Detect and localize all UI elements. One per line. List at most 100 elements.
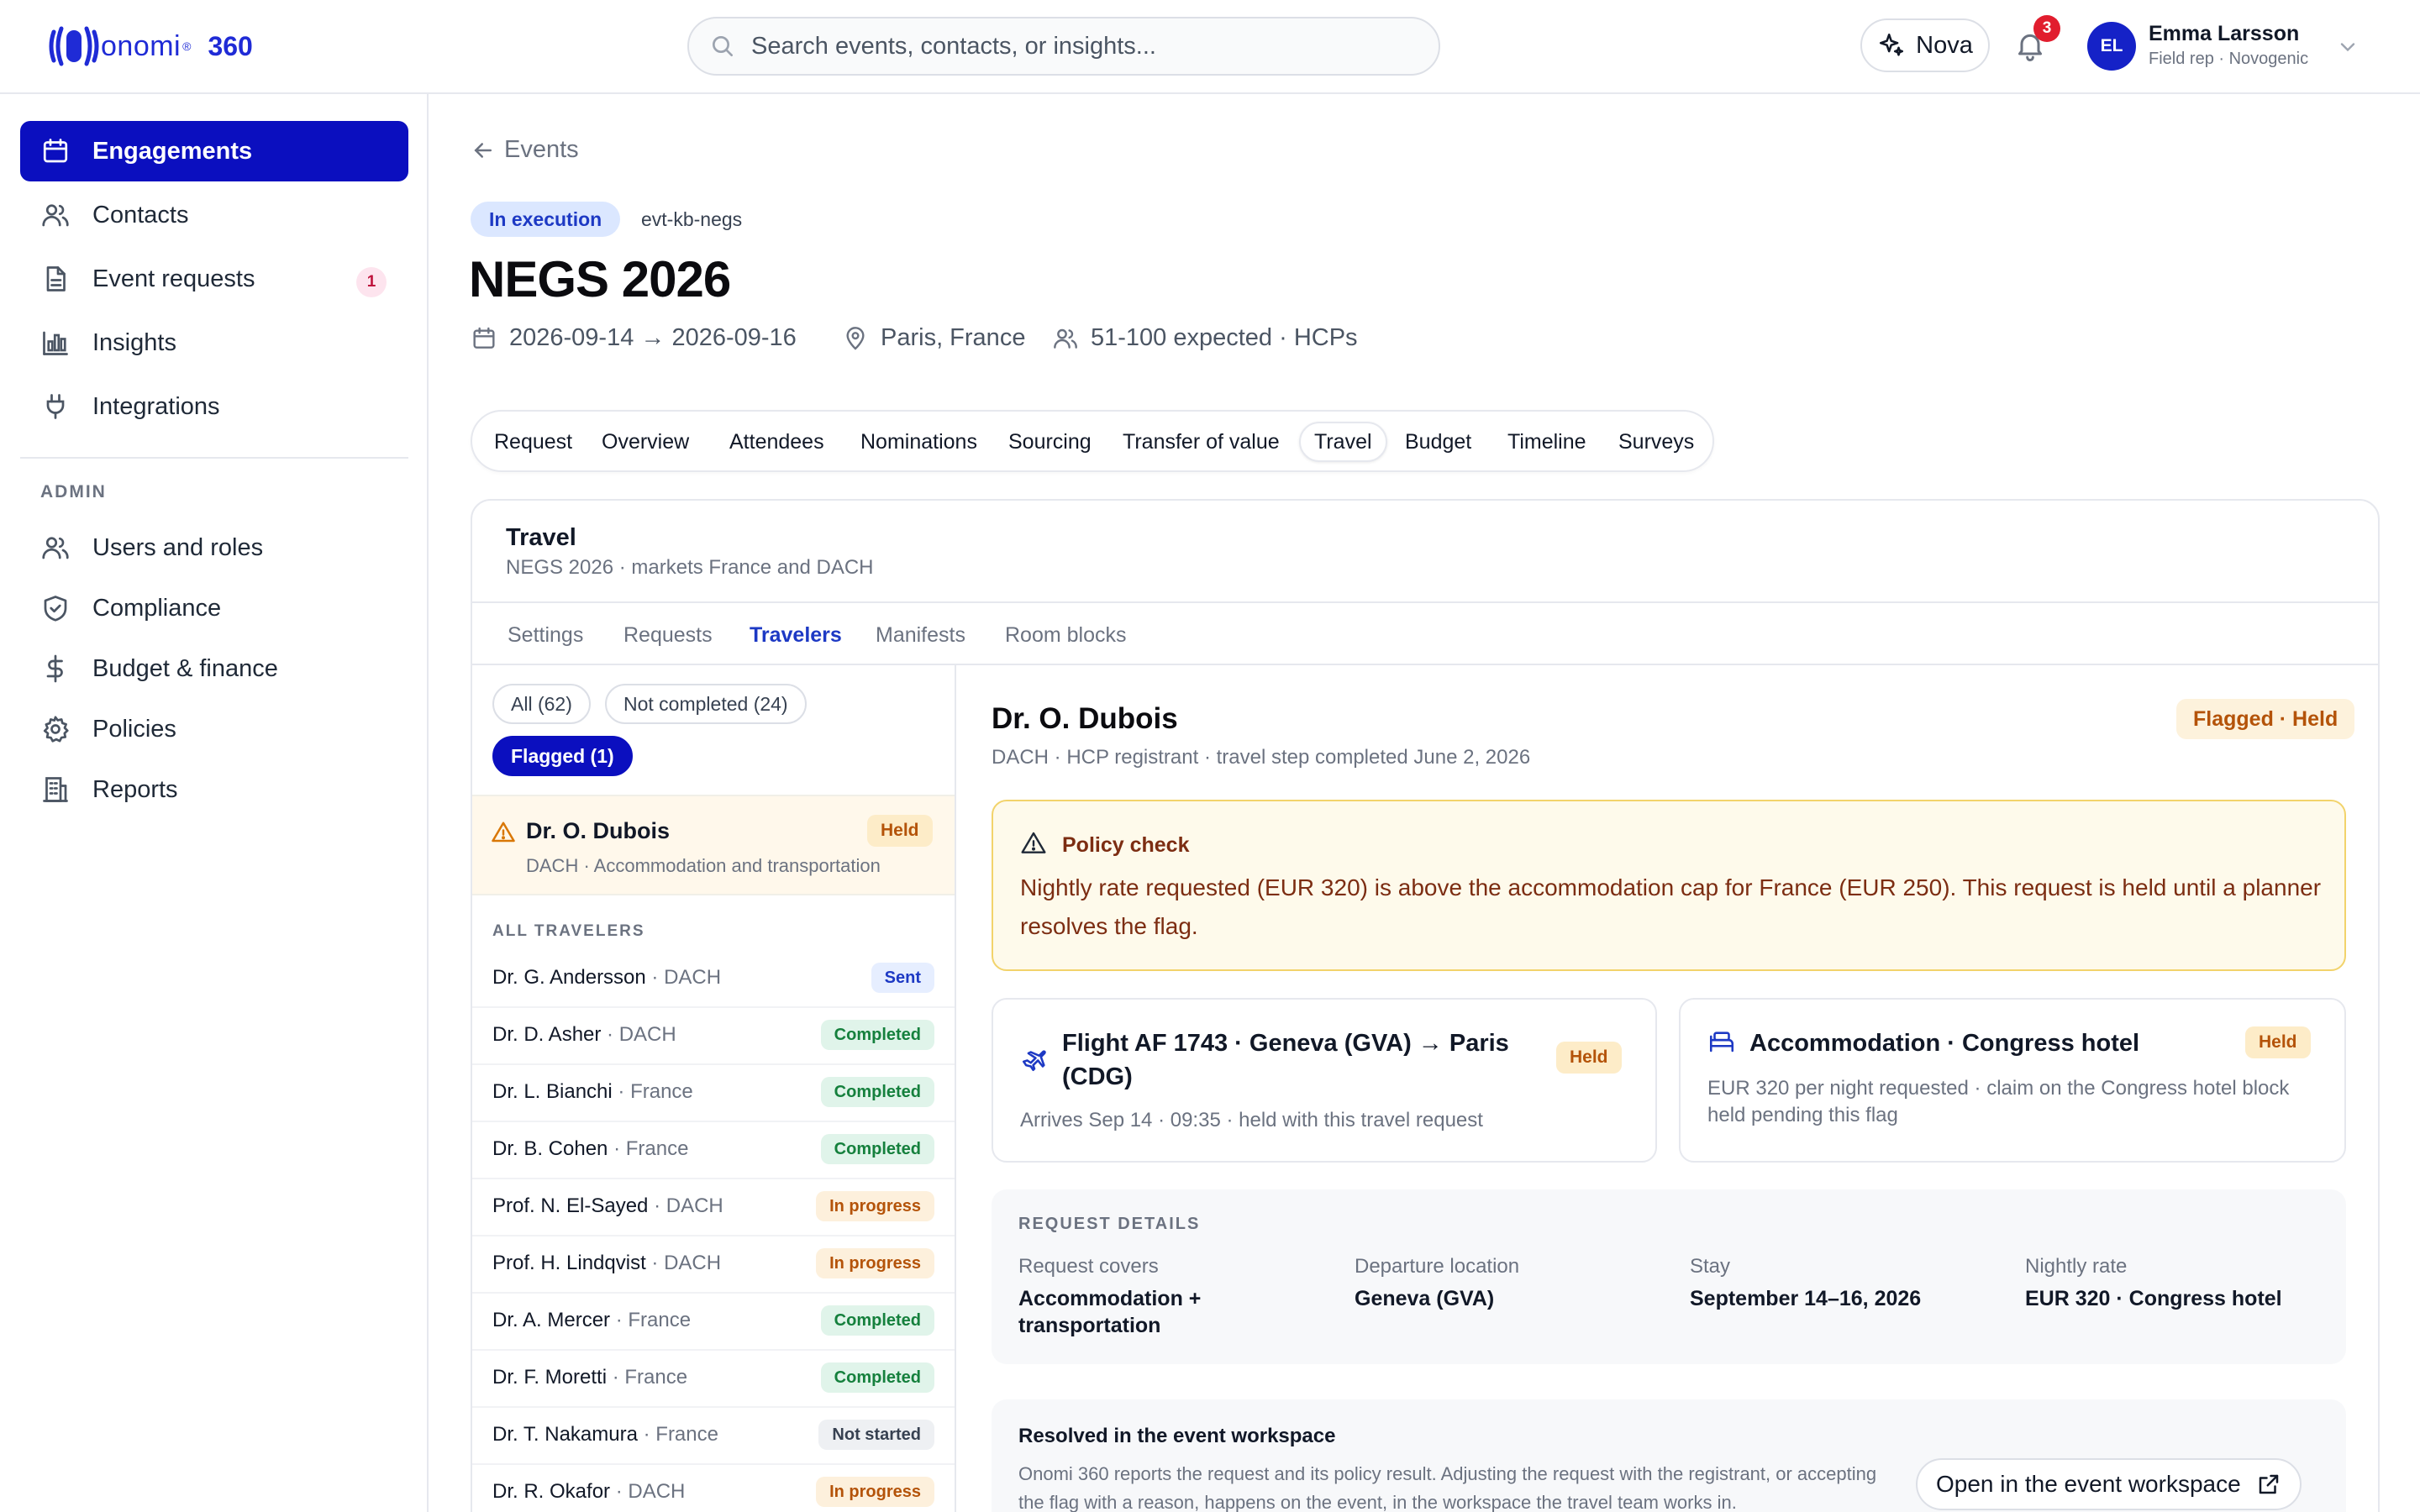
- traveler-name-text: Prof. H. Lindqvist: [492, 1252, 646, 1274]
- event-location-text: Paris, France: [881, 324, 1026, 351]
- chevron-down-icon[interactable]: [2336, 35, 2360, 59]
- traveler-region: · DACH: [645, 966, 722, 989]
- traveler-list: All (62) Not completed (24) Flagged (1) …: [472, 665, 956, 1512]
- policy-check-alert: Policy check Nightly rate requested (EUR…: [992, 800, 2346, 971]
- tab-surveys[interactable]: Surveys: [1612, 422, 1701, 462]
- traveler-row[interactable]: Dr. F. Moretti · France Completed: [472, 1351, 955, 1408]
- sidebar-item-compliance[interactable]: Compliance: [20, 578, 408, 638]
- traveler-row[interactable]: Prof. N. El-Sayed · DACH In progress: [472, 1179, 955, 1236]
- logo-mark-icon: [49, 26, 99, 66]
- filter-not-completed[interactable]: Not completed (24): [605, 684, 807, 724]
- traveler-row[interactable]: Dr. A. Mercer · France Completed: [472, 1294, 955, 1351]
- flight-card[interactable]: Flight AF 1743 · Geneva (GVA) → Paris (C…: [992, 998, 1657, 1163]
- filter-flagged[interactable]: Flagged (1): [492, 736, 633, 776]
- sidebar-item-users-and-roles[interactable]: Users and roles: [20, 517, 408, 578]
- subtab-settings[interactable]: Settings: [508, 623, 583, 648]
- tab-request[interactable]: Request: [487, 422, 579, 462]
- event-dates: 2026-09-14 → 2026-09-16: [471, 324, 797, 352]
- subtab-room-blocks[interactable]: Room blocks: [1005, 623, 1127, 648]
- sidebar-item-engagements[interactable]: Engagements: [20, 121, 408, 181]
- map-pin-icon: [846, 326, 865, 350]
- traveler-region: · DACH: [645, 1252, 722, 1274]
- tab-budget[interactable]: Budget: [1398, 422, 1478, 462]
- open-in-workspace-button[interactable]: Open in the event workspace: [1916, 1458, 2302, 1510]
- sparkle-icon: [1880, 33, 1904, 56]
- tab-travel[interactable]: Travel: [1299, 422, 1387, 462]
- tab-timeline[interactable]: Timeline: [1501, 422, 1593, 462]
- flagged-traveler-sub: DACH · Accommodation and transportation: [526, 855, 881, 876]
- resolved-title: Resolved in the event workspace: [1018, 1425, 1336, 1447]
- global-search[interactable]: [687, 17, 1440, 76]
- shield-icon: [44, 596, 67, 622]
- tab-transfer-of-value[interactable]: Transfer of value: [1116, 422, 1286, 462]
- policy-check-title: Policy check: [1062, 833, 1190, 857]
- search-input[interactable]: [751, 32, 1390, 60]
- traveler-name-text: Dr. A. Mercer: [492, 1309, 611, 1331]
- app-logo[interactable]: onomi ® 360: [49, 24, 253, 69]
- traveler-row[interactable]: Prof. H. Lindqvist · DACH In progress: [472, 1236, 955, 1294]
- plane-icon: [1022, 1050, 1046, 1072]
- traveler-name-text: Dr. R. Okafor: [492, 1480, 611, 1503]
- sidebar-item-label: Compliance: [92, 594, 222, 622]
- user-name[interactable]: Emma Larsson: [2149, 22, 2299, 46]
- sidebar-item-integrations[interactable]: Integrations: [20, 376, 408, 437]
- traveler-status-badge: In progress: [816, 1248, 934, 1278]
- traveler-row[interactable]: Dr. D. Asher · DACH Completed: [472, 1008, 955, 1065]
- traveler-name: Dr. L. Bianchi · France: [492, 1080, 693, 1104]
- arrow-left-icon: [474, 142, 492, 158]
- event-id: evt-kb-negs: [641, 208, 743, 230]
- held-badge: Held: [1556, 1042, 1622, 1074]
- sidebar-item-label: Users and roles: [92, 533, 264, 561]
- sidebar-item-event-requests[interactable]: Event requests 1: [20, 249, 408, 309]
- sidebar-item-contacts[interactable]: Contacts: [20, 185, 408, 245]
- gear-icon: [43, 716, 69, 743]
- traveler-name-text: Dr. D. Asher: [492, 1023, 602, 1046]
- traveler-name: Prof. N. El-Sayed · DACH: [492, 1194, 723, 1218]
- tab-sourcing[interactable]: Sourcing: [1002, 422, 1098, 462]
- calendar-icon: [43, 139, 68, 163]
- notification-count-badge: 3: [2033, 15, 2060, 42]
- users-icon: [42, 204, 69, 227]
- nova-button[interactable]: Nova: [1860, 18, 1990, 72]
- subtab-requests[interactable]: Requests: [623, 623, 713, 648]
- flight-title: Flight AF 1743 · Geneva (GVA) → Paris (C…: [1062, 1030, 1509, 1090]
- subtab-manifests[interactable]: Manifests: [876, 623, 965, 648]
- flagged-traveler-row[interactable]: Dr. O. Dubois DACH · Accommodation and t…: [472, 795, 955, 895]
- avatar[interactable]: EL: [2087, 22, 2136, 71]
- back-to-events-link[interactable]: Events: [471, 136, 579, 164]
- traveler-region: · DACH: [610, 1480, 686, 1503]
- stay-label: Stay: [1690, 1255, 1731, 1278]
- sidebar-item-label: Engagements: [92, 137, 253, 165]
- traveler-status-badge: Completed: [820, 1077, 934, 1107]
- tab-nominations[interactable]: Nominations: [854, 422, 984, 462]
- tab-overview[interactable]: Overview: [595, 422, 696, 462]
- sidebar-item-budget-finance[interactable]: Budget & finance: [20, 638, 408, 699]
- traveler-name: Prof. H. Lindqvist · DACH: [492, 1252, 721, 1275]
- admin-section-label: ADMIN: [40, 482, 107, 501]
- flagged-traveler-name: Dr. O. Dubois: [526, 818, 671, 843]
- traveler-name: Dr. B. Cohen · France: [492, 1137, 688, 1161]
- sidebar: Engagements Contacts Event requests 1 In…: [0, 94, 429, 1512]
- traveler-row[interactable]: Dr. L. Bianchi · France Completed: [472, 1065, 955, 1122]
- tab-attendees[interactable]: Attendees: [723, 422, 831, 462]
- traveler-region: · DACH: [648, 1194, 723, 1217]
- traveler-name: Dr. F. Moretti · France: [492, 1366, 687, 1389]
- sidebar-item-policies[interactable]: Policies: [20, 699, 408, 759]
- event-audience-text: 51-100 expected · HCPs: [1091, 324, 1358, 351]
- open-in-workspace-label: Open in the event workspace: [1936, 1471, 2241, 1497]
- flight-sub: Arrives Sep 14 · 09:35 · held with this …: [1020, 1109, 1483, 1131]
- event-status-badge: In execution: [471, 202, 621, 237]
- subtab-travelers[interactable]: Travelers: [750, 623, 842, 648]
- sidebar-item-reports[interactable]: Reports: [20, 759, 408, 820]
- filter-all[interactable]: All (62): [492, 684, 591, 724]
- traveler-status-badge: In progress: [816, 1477, 934, 1507]
- traveler-row[interactable]: Dr. T. Nakamura · France Not started: [472, 1408, 955, 1465]
- traveler-detail-sub: DACH · HCP registrant · travel step comp…: [992, 746, 1531, 769]
- traveler-row[interactable]: Dr. R. Okafor · DACH In progress: [472, 1465, 955, 1512]
- traveler-row[interactable]: Dr. G. Andersson · DACH Sent: [472, 951, 955, 1008]
- traveler-status-badge: Completed: [820, 1362, 934, 1393]
- calendar-icon: [473, 327, 495, 349]
- sidebar-item-insights[interactable]: Insights: [20, 312, 408, 373]
- traveler-row[interactable]: Dr. B. Cohen · France Completed: [472, 1122, 955, 1179]
- accommodation-card[interactable]: Accommodation · Congress hotel EUR 320 p…: [1679, 998, 2346, 1163]
